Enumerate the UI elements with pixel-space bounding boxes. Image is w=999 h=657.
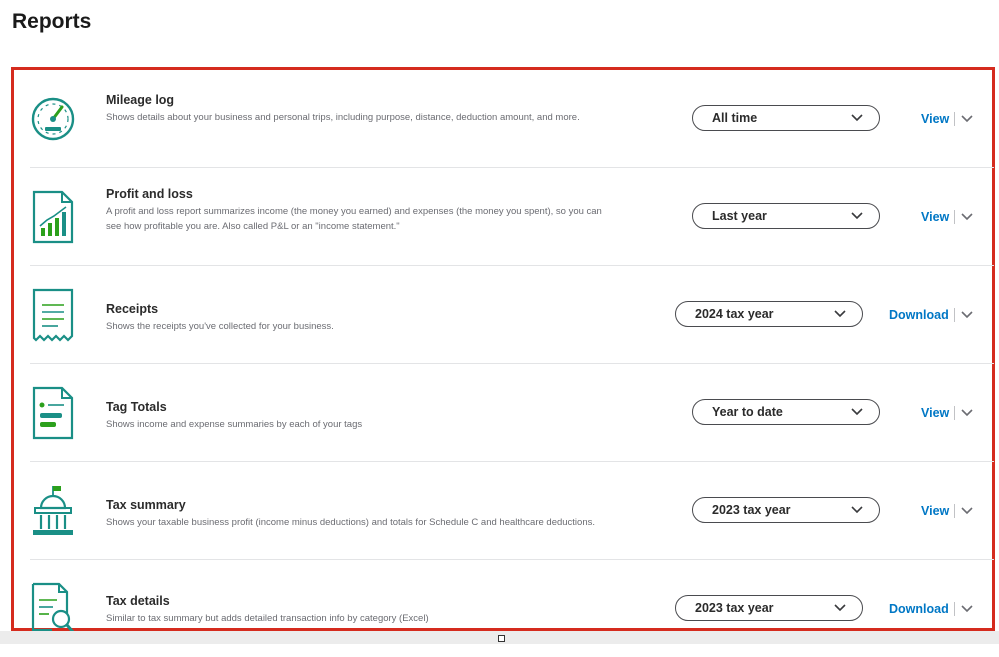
- document-search-icon: [30, 582, 76, 636]
- view-link[interactable]: View: [921, 210, 949, 224]
- report-actions: Download: [889, 600, 973, 618]
- period-select[interactable]: Year to date: [692, 398, 880, 425]
- period-select-value: Year to date: [712, 404, 783, 419]
- chevron-down-icon: [851, 211, 863, 220]
- report-actions: View: [921, 110, 973, 128]
- period-select-value: 2024 tax year: [695, 306, 774, 321]
- chevron-down-icon: [851, 113, 863, 122]
- report-name: Tag Totals: [106, 400, 167, 414]
- reports-highlight-frame: Mileage log Shows details about your bus…: [11, 67, 995, 633]
- report-list: Mileage log Shows details about your bus…: [14, 70, 994, 633]
- view-link[interactable]: View: [921, 406, 949, 420]
- action-divider: [954, 405, 956, 420]
- report-name: Mileage log: [106, 93, 175, 107]
- view-link[interactable]: View: [921, 504, 949, 518]
- report-description: Shows income and expense summaries by ea…: [106, 419, 363, 430]
- chevron-down-icon[interactable]: [961, 310, 973, 319]
- period-select[interactable]: All time: [692, 104, 880, 131]
- period-select[interactable]: 2023 tax year: [675, 594, 863, 621]
- report-description-line-2: see how profitable you are. Also called …: [106, 221, 400, 232]
- report-description: Shows your taxable business profit (inco…: [106, 517, 595, 528]
- chevron-down-icon[interactable]: [961, 506, 973, 515]
- download-link[interactable]: Download: [889, 308, 949, 322]
- view-link[interactable]: View: [921, 112, 949, 126]
- report-actions: View: [921, 208, 973, 226]
- action-divider: [954, 111, 956, 126]
- report-row-mileage-log: Mileage log Shows details about your bus…: [30, 70, 994, 168]
- page-title: Reports: [12, 10, 92, 33]
- report-actions: View: [921, 404, 973, 422]
- chevron-down-icon[interactable]: [961, 604, 973, 613]
- report-description: Shows details about your business and pe…: [106, 112, 580, 123]
- period-select-value: 2023 tax year: [712, 502, 791, 517]
- report-name: Tax summary: [106, 498, 186, 512]
- period-select[interactable]: Last year: [692, 202, 880, 229]
- report-name: Receipts: [106, 302, 159, 316]
- period-select[interactable]: 2024 tax year: [675, 300, 863, 327]
- chevron-down-icon: [851, 407, 863, 416]
- report-row-profit-and-loss: Profit and loss A profit and loss report…: [30, 168, 994, 266]
- action-divider: [954, 209, 956, 224]
- period-select[interactable]: 2023 tax year: [692, 496, 880, 523]
- download-link[interactable]: Download: [889, 602, 949, 616]
- chevron-down-icon: [851, 505, 863, 514]
- report-description: A profit and loss report summarizes inco…: [106, 206, 602, 217]
- chevron-down-icon[interactable]: [961, 212, 973, 221]
- report-description: Similar to tax summary but adds detailed…: [106, 613, 429, 624]
- period-select-value: Last year: [712, 208, 767, 223]
- report-name: Tax details: [106, 594, 170, 608]
- tag-list-icon: [30, 386, 76, 440]
- report-row-tax-summary: Tax summary Shows your taxable business …: [30, 462, 994, 560]
- speedometer-icon: [30, 92, 76, 146]
- report-actions: View: [921, 502, 973, 520]
- chevron-down-icon[interactable]: [961, 408, 973, 417]
- action-divider: [954, 503, 956, 518]
- scrollbar-handle[interactable]: [498, 635, 505, 642]
- growth-chart-icon: [30, 190, 76, 244]
- action-divider: [953, 307, 955, 322]
- government-building-icon: [30, 484, 76, 538]
- period-select-value: 2023 tax year: [695, 600, 774, 615]
- report-actions: Download: [889, 306, 973, 324]
- report-description: Shows the receipts you've collected for …: [106, 321, 334, 332]
- report-row-receipts: Receipts Shows the receipts you've colle…: [30, 266, 994, 364]
- report-name: Profit and loss: [106, 187, 193, 201]
- receipt-icon: [30, 288, 76, 342]
- chevron-down-icon: [834, 309, 846, 318]
- action-divider: [953, 601, 955, 616]
- chevron-down-icon[interactable]: [961, 114, 973, 123]
- period-select-value: All time: [712, 110, 758, 125]
- report-row-tag-totals: Tag Totals Shows income and expense summ…: [30, 364, 994, 462]
- chevron-down-icon: [834, 603, 846, 612]
